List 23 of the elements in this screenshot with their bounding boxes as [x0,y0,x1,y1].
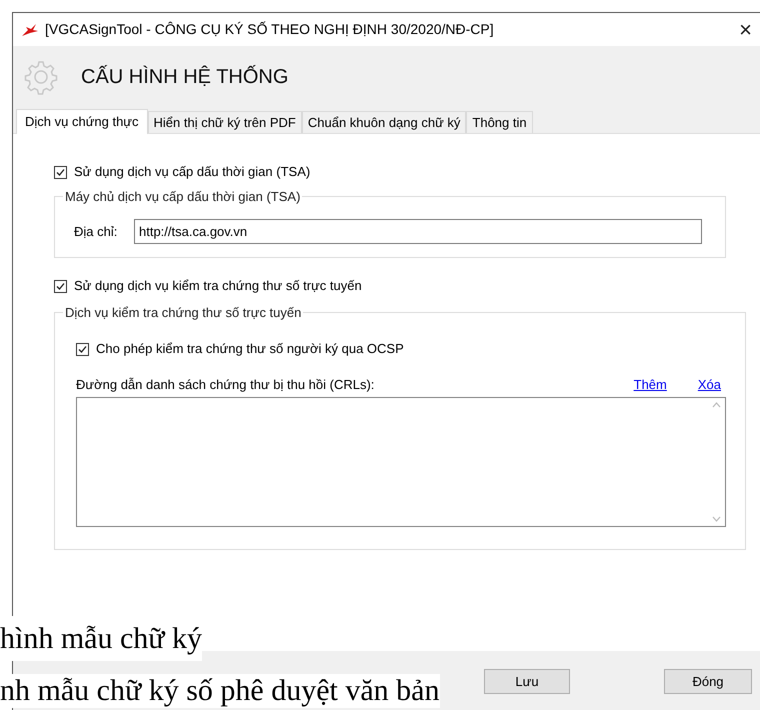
close-dialog-button[interactable]: Đóng [664,669,752,694]
tab[interactable]: Dịch vụ chứng thực [16,109,148,134]
window-title: [VGCASignTool - CÔNG CỤ KÝ SỐ THEO NGHỊ ĐỊNH 30/2020/NĐ-CP] [45,20,494,39]
delete-link[interactable]: Xóa [698,375,721,395]
add-link[interactable]: Thêm [634,375,667,395]
close-button[interactable]: × [739,18,752,40]
checkbox[interactable] [54,166,67,178]
save-button[interactable]: Lưu [484,669,570,694]
address-field[interactable]: http://tsa.ca.gov.vn [134,219,702,244]
field-label: Địa chỉ: [74,222,118,241]
document-text: hình mẫu chữ ký [0,616,202,661]
field-label: Đường dẫn danh sách chứng thư bị thu hồi (CRLs): [76,376,374,394]
document-text: nh mẫu chữ ký số phê duyệt văn bản [0,674,440,708]
gear-icon [23,59,59,95]
checkbox[interactable] [54,280,67,292]
checkbox-label: Cho phép kiểm tra chứng thư số người ký qua OCSP [96,340,404,358]
checkbox-label: Sử dụng dịch vụ kiểm tra chứng thư số trực tuyến [74,277,362,296]
checkbox[interactable] [76,342,89,356]
dialog-heading: CẤU HÌNH HỆ THỐNG [81,64,288,90]
tab[interactable]: Thông tin [466,111,533,133]
checkbox-label: Sử dụng dịch vụ cấp dấu thời gian (TSA) [74,163,310,182]
tab[interactable]: Hiển thị chữ ký trên PDF [148,111,302,133]
tab[interactable]: Chuẩn khuôn dạng chữ ký [302,111,466,133]
